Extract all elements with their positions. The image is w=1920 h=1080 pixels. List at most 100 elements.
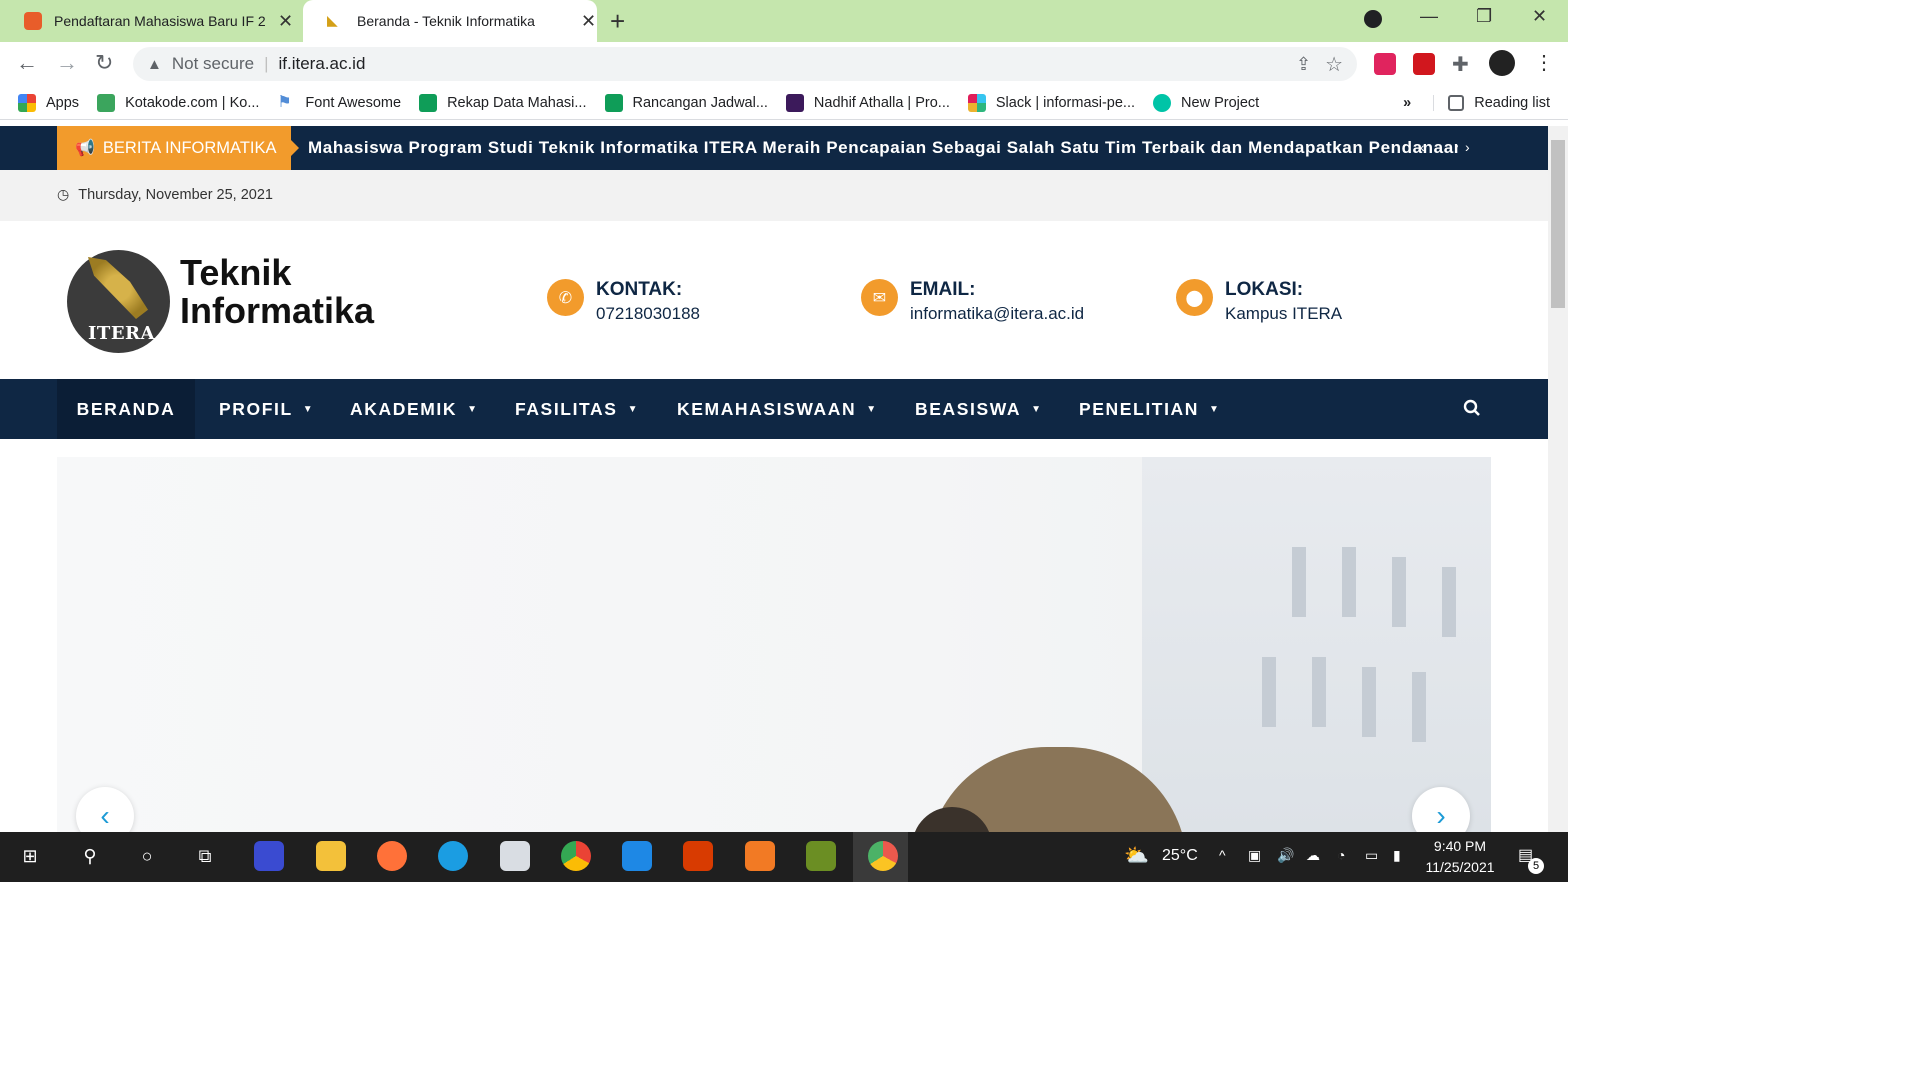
app-icon[interactable] (254, 841, 284, 871)
project-icon (1153, 93, 1172, 112)
nav-item-fasilitas[interactable]: FASILITAS ▼ (515, 379, 637, 439)
hero-slider-image (57, 457, 1491, 832)
clock-icon: ◷ (57, 186, 70, 202)
bookmark-nadhif[interactable]: Nadhif Athalla | Pro... (785, 93, 950, 112)
new-tab-icon[interactable]: + (610, 6, 625, 37)
clock[interactable]: 9:40 PM 11/25/2021 (1420, 838, 1500, 875)
chrome-icon[interactable] (561, 841, 591, 871)
mendeley-extension-icon[interactable] (1374, 53, 1396, 75)
installer-icon[interactable] (806, 841, 836, 871)
search-icon[interactable] (1463, 399, 1481, 422)
more-bookmarks-label: » (1403, 94, 1412, 111)
office-icon[interactable] (683, 841, 713, 871)
email-value[interactable]: informatika@itera.ac.id (910, 304, 1084, 324)
logo-title-line1[interactable]: Teknik (180, 254, 291, 292)
vscode-icon[interactable] (622, 841, 652, 871)
ticker-next-icon[interactable]: › (1465, 139, 1470, 155)
battery-icon[interactable]: ▭ (1365, 847, 1378, 864)
bookmark-label: Slack | informasi-pe... (995, 94, 1136, 111)
reading-list-label: Reading list (1474, 94, 1550, 111)
pdf-extension-icon[interactable] (1413, 53, 1435, 75)
bookmark-slack[interactable]: Slack | informasi-pe... (967, 93, 1136, 112)
location-value: Kampus ITERA (1225, 304, 1343, 323)
edge-icon[interactable] (438, 841, 468, 871)
bookmark-label: Rancangan Jadwal... (632, 94, 768, 111)
bookmark-font-awesome[interactable]: ⚑ Font Awesome (277, 94, 401, 112)
weather-icon[interactable]: ⛅ (1124, 843, 1149, 868)
nav-item-profil[interactable]: PROFIL ▼ (219, 379, 313, 439)
email-heading: EMAIL: (910, 279, 976, 300)
bookmark-kotakode[interactable]: Kotakode.com | Ko... (97, 93, 259, 112)
nav-item-penelitian[interactable]: PENELITIAN ▼ (1079, 379, 1219, 439)
logo-title-line2[interactable]: Informatika (180, 292, 374, 330)
cortana-icon[interactable]: ○ (132, 841, 162, 871)
search-icon[interactable]: ⚲ (75, 841, 105, 871)
ticker-headline-text[interactable]: Mahasiswa Program Studi Teknik Informati… (308, 138, 1458, 158)
flag-icon: ⚑ (277, 93, 292, 111)
more-bookmarks-button[interactable]: » (1403, 95, 1411, 111)
url-text[interactable]: if.itera.ac.id (278, 54, 365, 74)
window-graphic (1262, 657, 1276, 727)
language-icon[interactable]: ▮ (1393, 847, 1401, 864)
scrollbar-thumb[interactable] (1551, 140, 1565, 308)
weather-temp[interactable]: 25°C (1162, 847, 1198, 865)
bookmark-star-icon[interactable]: ☆ (1325, 52, 1343, 77)
menu-kebab-icon[interactable]: ⋮ (1534, 50, 1554, 75)
chevron-down-icon: ▼ (467, 403, 478, 415)
task-view-icon[interactable]: ⧉ (190, 841, 220, 871)
back-icon[interactable]: ← (16, 50, 38, 76)
ticker-arrow (291, 140, 299, 156)
nav-item-beasiswa[interactable]: BEASISWA ▼ (915, 379, 1041, 439)
restore-icon[interactable]: ❐ (1476, 6, 1492, 27)
nav-item-kemahasiswaan[interactable]: KEMAHASISWAAN ▼ (677, 379, 876, 439)
wifi-icon[interactable]: ◔ (1337, 847, 1345, 863)
close-tab-icon[interactable]: ✕ (581, 11, 596, 32)
bookmark-apps[interactable]: Apps (18, 93, 79, 112)
tab-title: Beranda - Teknik Informatika (357, 13, 535, 29)
close-window-icon[interactable]: ✕ (1532, 6, 1547, 27)
security-label[interactable]: Not secure (172, 54, 254, 74)
ticker-prev-icon[interactable]: ‹ (1420, 139, 1425, 155)
map-pin-icon: ⬤ (1176, 279, 1213, 316)
ticker-label: 📢 BERITA INFORMATIKA (57, 126, 291, 170)
forward-icon[interactable]: → (56, 50, 78, 76)
bookmark-rancangan-jadwal[interactable]: Rancangan Jadwal... (604, 93, 768, 112)
tab-search-icon[interactable] (1364, 10, 1382, 28)
xampp-icon[interactable] (745, 841, 775, 871)
meet-icon[interactable]: ▣ (1248, 847, 1261, 864)
file-explorer-icon[interactable] (316, 841, 346, 871)
firefox-icon[interactable] (377, 841, 407, 871)
nav-label: FASILITAS (515, 398, 618, 419)
bookmarks-bar: Apps Kotakode.com | Ko... ⚑ Font Awesome … (0, 86, 1568, 120)
share-icon[interactable]: ⇪ (1296, 54, 1311, 75)
windows-start-icon[interactable]: ⊞ (15, 841, 45, 871)
ticker-headline[interactable]: Mahasiswa Program Studi Teknik Informati… (308, 126, 1458, 170)
profile-avatar[interactable] (1489, 50, 1515, 76)
reload-icon[interactable]: ↻ (95, 50, 113, 76)
ticker-label-text: BERITA INFORMATIKA (102, 138, 277, 157)
active-app-highlight (853, 832, 908, 882)
tab-pendaftaran[interactable]: Pendaftaran Mahasiswa Baru IF 2 ✕ (0, 0, 300, 42)
window-graphic (1342, 547, 1356, 617)
warning-icon[interactable]: ▲ (147, 56, 162, 73)
minimize-icon[interactable]: — (1420, 6, 1438, 27)
volume-icon[interactable]: 🔊 (1277, 847, 1294, 864)
nav-item-beranda[interactable]: BERANDA (57, 379, 195, 439)
chevron-up-icon[interactable]: ^ (1219, 847, 1226, 863)
snipping-tool-icon[interactable] (500, 841, 530, 871)
tab-title: Pendaftaran Mahasiswa Baru IF 2 (54, 13, 266, 29)
bookmark-rekap-data[interactable]: Rekap Data Mahasi... (419, 93, 587, 112)
building-graphic (1142, 457, 1491, 832)
window-graphic (1292, 547, 1306, 617)
onedrive-icon[interactable]: ☁ (1306, 847, 1320, 864)
contact-heading: KONTAK: (596, 279, 683, 300)
address-bar[interactable]: ▲ Not secure | if.itera.ac.id ⇪ ☆ (133, 47, 1357, 81)
chevron-down-icon: ▼ (1209, 403, 1219, 415)
nav-item-akademik[interactable]: AKADEMIK ▼ (350, 379, 477, 439)
bookmark-new-project[interactable]: New Project (1153, 93, 1259, 112)
tab-beranda[interactable]: ◣ Beranda - Teknik Informatika ✕ (303, 0, 597, 42)
phone-icon: ✆ (547, 279, 584, 316)
extensions-puzzle-icon[interactable]: ✚ (1452, 52, 1469, 77)
close-tab-icon[interactable]: ✕ (278, 11, 293, 32)
reading-list-button[interactable]: Reading list (1433, 94, 1550, 111)
